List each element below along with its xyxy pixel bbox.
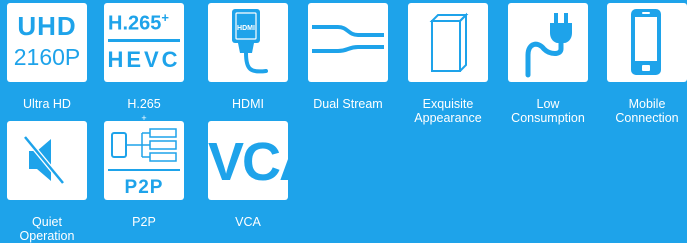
feature-caption: HDMI xyxy=(232,97,264,111)
speaker-mute-icon xyxy=(7,121,87,200)
svg-text:HDMI: HDMI xyxy=(237,25,255,32)
feature-caption: VCA xyxy=(235,215,261,229)
feature-caption: Ultra HD xyxy=(23,97,71,111)
feature-caption: P2P xyxy=(132,215,156,229)
vca-icon: VCA xyxy=(208,121,288,200)
vca-label: VCA xyxy=(208,132,288,192)
feature-caption: Exquisite Appearance xyxy=(414,97,482,125)
p2p-label: P2P xyxy=(124,177,164,198)
uhd-label: UHD xyxy=(17,11,77,41)
feature-caption: Quiet Operation xyxy=(19,215,75,243)
h265-hevc-icon: H.265+ HEVC xyxy=(104,3,184,82)
uhd-2160p-icon: UHD 2160P xyxy=(7,3,87,82)
feature-caption: Mobile Connection xyxy=(615,97,679,125)
hevc-label: HEVC xyxy=(107,47,181,72)
feature-caption: Low Consumption xyxy=(511,97,585,125)
p2p-network-icon: P2P xyxy=(104,121,184,200)
resolution-label: 2160P xyxy=(13,44,81,70)
power-plug-icon xyxy=(508,3,588,82)
mobile-phone-icon xyxy=(607,3,687,82)
box-icon xyxy=(408,3,488,82)
dual-stream-icon xyxy=(308,3,388,82)
hdmi-cable-icon: HDMI xyxy=(208,3,288,82)
feature-caption: Dual Stream xyxy=(313,97,383,111)
